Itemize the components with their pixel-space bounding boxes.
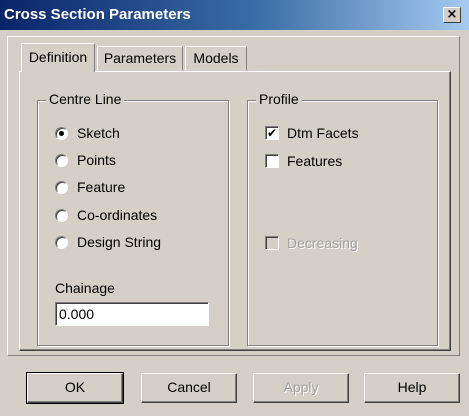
radio-points-label: Points bbox=[77, 152, 116, 168]
cancel-button-label: Cancel bbox=[167, 379, 211, 395]
cancel-button[interactable]: Cancel bbox=[141, 373, 237, 403]
tab-models[interactable]: Models bbox=[185, 46, 247, 70]
checkbox-icon bbox=[265, 236, 279, 250]
tab-parameters[interactable]: Parameters bbox=[97, 46, 183, 70]
radio-circle-icon bbox=[55, 181, 68, 194]
apply-button[interactable]: Apply bbox=[253, 373, 349, 403]
radio-feature-label: Feature bbox=[77, 179, 126, 195]
chainage-input[interactable] bbox=[55, 302, 209, 326]
profile-legend: Profile bbox=[256, 91, 302, 107]
checkbox-features-label: Features bbox=[287, 153, 343, 169]
radio-co-ordinates-label: Co-ordinates bbox=[77, 207, 158, 223]
apply-button-label: Apply bbox=[283, 379, 319, 395]
chainage-label: Chainage bbox=[55, 280, 115, 296]
checkbox-icon bbox=[265, 154, 279, 168]
radio-circle-icon bbox=[55, 236, 68, 249]
close-button[interactable]: × bbox=[443, 7, 461, 23]
radio-design-string-label: Design String bbox=[77, 234, 162, 250]
radio-sketch-label: Sketch bbox=[77, 125, 120, 141]
radio-dot-icon bbox=[55, 127, 68, 140]
checkmark-icon: ✔ bbox=[265, 126, 279, 140]
ok-button-label: OK bbox=[64, 379, 86, 395]
tab-parameters-label: Parameters bbox=[103, 50, 177, 66]
title-bar: Cross Section Parameters × bbox=[0, 0, 469, 30]
help-button-label: Help bbox=[397, 379, 427, 395]
tab-definition[interactable]: Definition bbox=[21, 43, 95, 72]
help-button[interactable]: Help bbox=[364, 373, 460, 403]
tab-models-label: Models bbox=[193, 50, 239, 66]
window-title: Cross Section Parameters bbox=[4, 6, 191, 23]
radio-circle-icon bbox=[55, 209, 68, 222]
checkbox-dtm-facets-label: Dtm Facets bbox=[287, 125, 359, 141]
radio-circle-icon bbox=[55, 154, 68, 167]
tab-definition-label: Definition bbox=[28, 49, 88, 65]
centre-line-legend: Centre Line bbox=[46, 91, 125, 107]
close-icon: × bbox=[446, 7, 458, 22]
checkbox-decreasing-label: Decreasing bbox=[287, 235, 358, 251]
ok-button[interactable]: OK bbox=[26, 372, 124, 404]
